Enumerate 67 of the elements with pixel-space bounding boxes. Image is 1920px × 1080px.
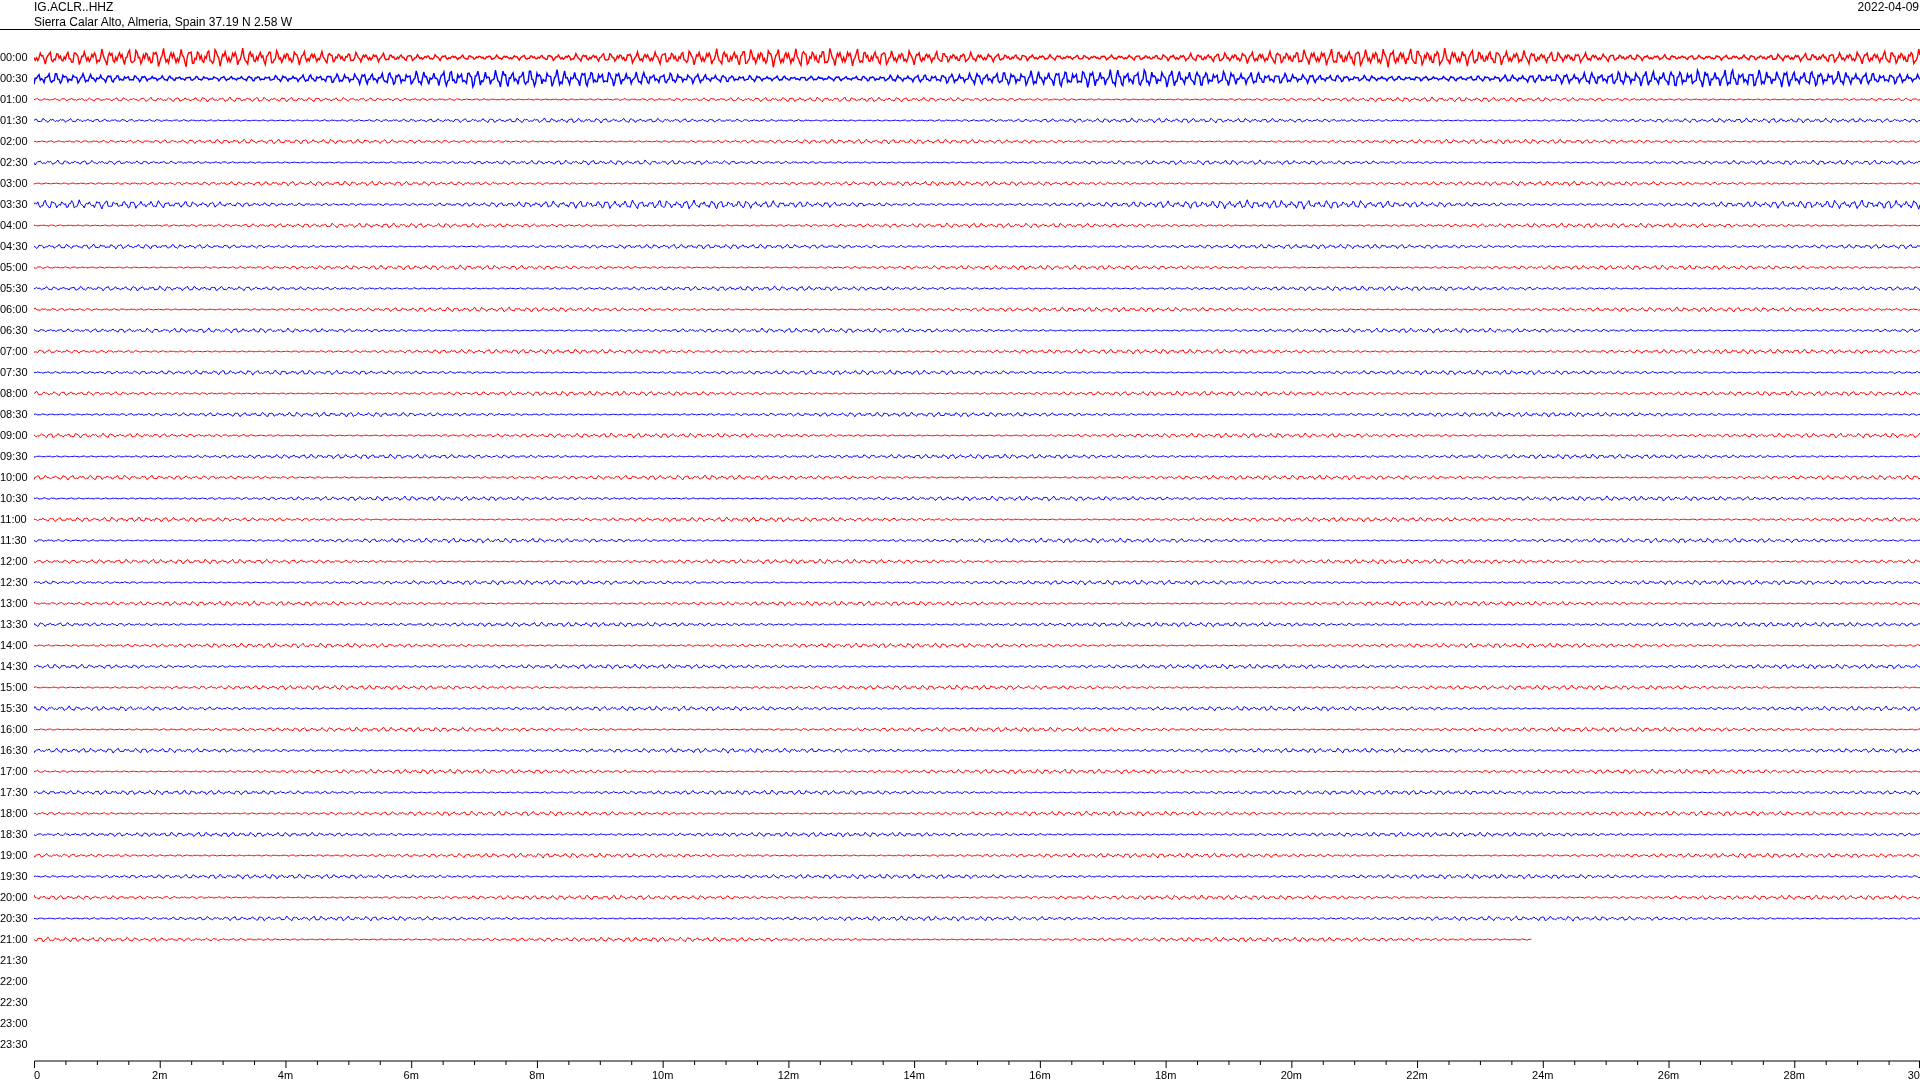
hour-label: 04:00: [0, 219, 29, 232]
axis-label: 28m: [1783, 1069, 1805, 1080]
hour-label: 15:00: [0, 681, 29, 694]
hour-label: 19:30: [0, 870, 29, 883]
hour-label: 13:00: [0, 597, 29, 610]
hour-label: 23:00: [0, 1017, 29, 1030]
plot-date: 2022-04-09: [1857, 0, 1920, 15]
hour-label: 15:30: [0, 702, 29, 715]
axis-label: 6m: [403, 1069, 419, 1080]
station-code: IG.ACLR..HHZ: [34, 0, 115, 15]
station-location: Sierra Calar Alto, Almeria, Spain 37.19 N 2.58 W: [34, 15, 293, 30]
hour-label: 06:30: [0, 324, 29, 337]
hour-label: 16:30: [0, 744, 29, 757]
hour-label: 05:00: [0, 261, 29, 274]
hour-label: 12:30: [0, 576, 29, 589]
hour-label: 21:30: [0, 954, 29, 967]
hour-label: 08:00: [0, 387, 29, 400]
hour-label: 03:00: [0, 177, 29, 190]
hour-label: 19:00: [0, 849, 29, 862]
hour-label: 08:30: [0, 408, 29, 421]
hour-label: 06:00: [0, 303, 29, 316]
axis-label: 12m: [777, 1069, 800, 1080]
axis-label: 24m: [1532, 1069, 1554, 1080]
hour-label: 21:00: [0, 933, 29, 946]
hour-label: 11:00: [0, 513, 28, 526]
hour-label: 09:30: [0, 450, 29, 463]
hour-label: 18:30: [0, 828, 29, 841]
hour-label: 01:30: [0, 114, 29, 127]
hour-label: 13:30: [0, 618, 29, 631]
hour-label: 18:00: [0, 807, 29, 820]
hour-label: 20:30: [0, 912, 29, 925]
hour-label: 16:00: [0, 723, 29, 736]
hour-label: 02:00: [0, 135, 29, 148]
axis-label: 10m: [651, 1069, 674, 1080]
hour-label: 02:30: [0, 156, 29, 169]
hour-label: 09:00: [0, 429, 29, 442]
hour-label: 01:00: [0, 93, 29, 106]
hour-label: 23:30: [0, 1038, 29, 1051]
hour-label: 22:30: [0, 996, 29, 1009]
axis-label: 18m: [1154, 1069, 1177, 1080]
hour-label: 12:00: [0, 555, 29, 568]
hour-label: 03:30: [0, 198, 29, 211]
axis-label: 16m: [1029, 1069, 1051, 1080]
hour-label: 00:30: [0, 72, 29, 85]
axis-label: 4m: [277, 1069, 294, 1080]
axis-label: 20m: [1280, 1069, 1303, 1080]
hour-label: 00:00: [0, 51, 29, 64]
axis-label: 0: [34, 1069, 41, 1080]
axis-label: 8m: [529, 1069, 545, 1080]
hour-label: 04:30: [0, 240, 29, 253]
hour-label: 17:30: [0, 786, 29, 799]
hour-label: 10:30: [0, 492, 29, 505]
axis-label: 22m: [1406, 1069, 1428, 1080]
axis-label: 2m: [152, 1069, 168, 1080]
axis-label: 14m: [903, 1069, 925, 1080]
axis-label: 30: [1907, 1069, 1920, 1080]
hour-label: 10:00: [0, 471, 29, 484]
hour-label: 17:00: [0, 765, 29, 778]
hour-label: 22:00: [0, 975, 29, 988]
hour-label: 11:30: [0, 534, 28, 547]
axis-label: 26m: [1657, 1069, 1680, 1080]
hour-label: 07:30: [0, 366, 29, 379]
hour-label: 05:30: [0, 282, 29, 295]
hour-label: 07:00: [0, 345, 29, 358]
hour-label: 14:00: [0, 639, 29, 652]
hour-label: 14:30: [0, 660, 29, 673]
hour-label: 20:00: [0, 891, 29, 904]
